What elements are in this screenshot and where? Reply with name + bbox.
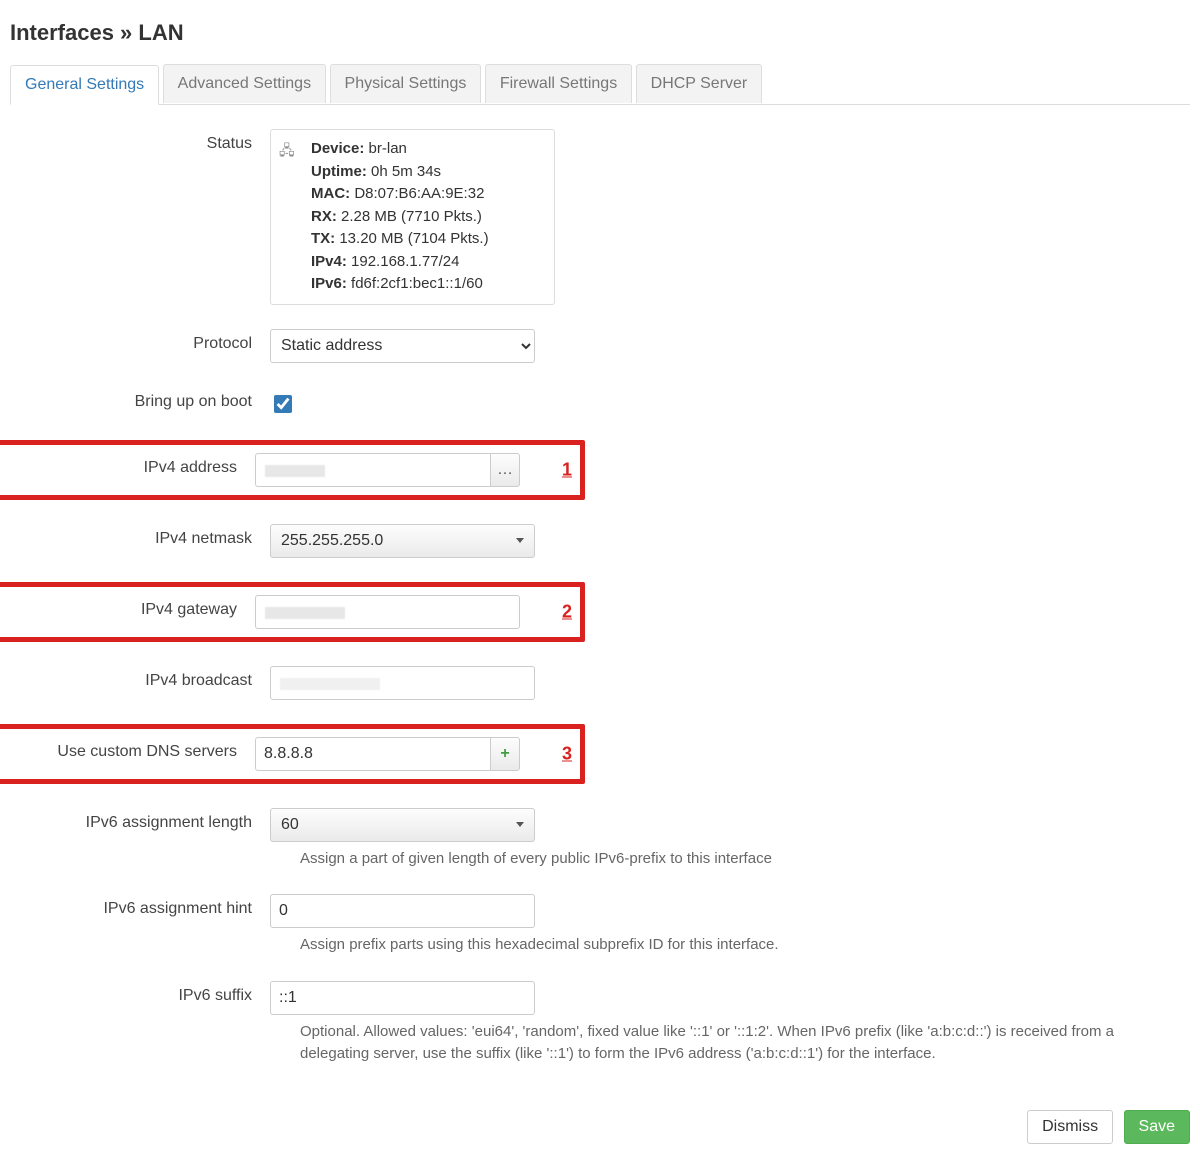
page-title: Interfaces » LAN xyxy=(10,20,1190,46)
dns-label: Use custom DNS servers xyxy=(10,737,255,761)
status-tx-label: TX: xyxy=(311,230,335,247)
ipv4-netmask-value: 255.255.255.0 xyxy=(281,532,383,550)
annotation-number-1: 1 xyxy=(562,459,572,480)
network-bridge-icon: 🖧 xyxy=(279,138,303,296)
bring-up-label: Bring up on boot xyxy=(10,387,270,411)
status-box: 🖧 Device: br-lan Uptime: 0h 5m 34s MAC: … xyxy=(270,129,555,305)
ipv4-netmask-select[interactable]: 255.255.255.0 xyxy=(270,524,535,558)
status-mac-label: MAC: xyxy=(311,185,350,202)
status-uptime: 0h 5m 34s xyxy=(371,163,441,180)
tab-general-settings[interactable]: General Settings xyxy=(10,65,159,105)
ipv6-hint-help: Assign prefix parts using this hexadecim… xyxy=(300,934,890,957)
tab-firewall-settings[interactable]: Firewall Settings xyxy=(485,64,632,103)
ipv6-length-select[interactable]: 60 xyxy=(270,808,535,842)
status-uptime-label: Uptime: xyxy=(311,163,367,180)
dismiss-button[interactable]: Dismiss xyxy=(1027,1110,1113,1144)
status-ipv4-label: IPv4: xyxy=(311,253,347,270)
ipv4-broadcast-label: IPv4 broadcast xyxy=(10,666,270,690)
ipv6-hint-label: IPv6 assignment hint xyxy=(10,894,270,918)
save-button[interactable]: Save xyxy=(1124,1110,1190,1144)
status-label: Status xyxy=(10,129,270,153)
status-rx-label: RX: xyxy=(311,208,337,225)
dialog-footer: Dismiss Save xyxy=(10,1090,1190,1144)
dns-server-input[interactable] xyxy=(255,737,490,771)
status-mac: D8:07:B6:AA:9E:32 xyxy=(354,185,484,202)
annotation-box-3: 3 Use custom DNS servers + xyxy=(0,724,585,784)
ipv6-length-help: Assign a part of given length of every p… xyxy=(300,848,890,871)
chevron-down-icon xyxy=(516,822,524,827)
protocol-select[interactable]: Static address xyxy=(270,329,535,363)
status-tx: 13.20 MB (7104 Pkts.) xyxy=(339,230,488,247)
status-ipv4: 192.168.1.77/24 xyxy=(351,253,459,270)
protocol-label: Protocol xyxy=(10,329,270,353)
ipv6-suffix-input[interactable] xyxy=(270,981,535,1015)
tab-dhcp-server[interactable]: DHCP Server xyxy=(636,64,763,103)
status-rx: 2.28 MB (7710 Pkts.) xyxy=(341,208,482,225)
ipv6-length-value: 60 xyxy=(281,816,299,834)
ipv6-hint-input[interactable] xyxy=(270,894,535,928)
ipv6-suffix-help: Optional. Allowed values: 'eui64', 'rand… xyxy=(300,1021,1130,1066)
annotation-box-1: 1 IPv4 address … xyxy=(0,440,585,500)
status-device-label: Device: xyxy=(311,140,364,157)
tab-bar: General Settings Advanced Settings Physi… xyxy=(10,64,1190,105)
ipv6-suffix-label: IPv6 suffix xyxy=(10,981,270,1005)
status-ipv6: fd6f:2cf1:bec1::1/60 xyxy=(351,275,483,292)
ipv4-address-more-button[interactable]: … xyxy=(490,453,520,487)
ipv4-netmask-label: IPv4 netmask xyxy=(10,524,270,548)
status-device: br-lan xyxy=(369,140,407,157)
bring-up-checkbox[interactable] xyxy=(274,395,292,413)
tab-physical-settings[interactable]: Physical Settings xyxy=(330,64,482,103)
ipv4-gateway-label: IPv4 gateway xyxy=(10,595,255,619)
status-ipv6-label: IPv6: xyxy=(311,275,347,292)
chevron-down-icon xyxy=(516,538,524,543)
ipv4-address-label: IPv4 address xyxy=(10,453,255,477)
dns-add-button[interactable]: + xyxy=(490,737,520,771)
annotation-number-2: 2 xyxy=(562,601,572,622)
annotation-box-2: 2 IPv4 gateway xyxy=(0,582,585,642)
tab-advanced-settings[interactable]: Advanced Settings xyxy=(163,64,326,103)
ipv6-length-label: IPv6 assignment length xyxy=(10,808,270,832)
annotation-number-3: 3 xyxy=(562,743,572,764)
